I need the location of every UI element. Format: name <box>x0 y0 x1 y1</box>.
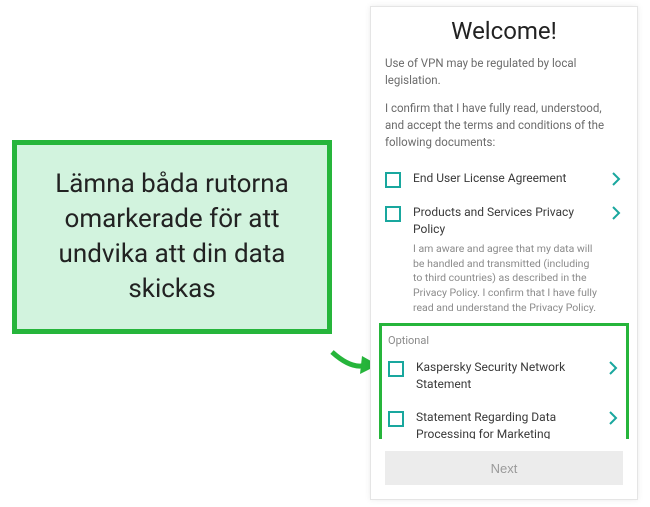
callout-text: Lämna båda rutorna omarkerade för att un… <box>35 167 309 307</box>
intro-text-1: Use of VPN may be regulated by local leg… <box>385 55 623 88</box>
agreement-label: End User License Agreement <box>413 170 597 187</box>
intro-text-2: I confirm that I have fully read, unders… <box>385 100 623 150</box>
agreement-label: Statement Regarding Data Processing for … <box>416 409 594 439</box>
chevron-right-icon[interactable] <box>606 359 620 375</box>
agreement-row-privacy[interactable]: Products and Services Privacy Policy I a… <box>385 196 623 323</box>
instruction-callout: Lämna båda rutorna omarkerade för att un… <box>12 140 332 334</box>
chevron-right-icon[interactable] <box>609 204 623 220</box>
checkbox-icon[interactable] <box>388 411 404 427</box>
next-button-label: Next <box>491 461 518 476</box>
welcome-screen: Welcome! Use of VPN may be regulated by … <box>370 6 638 500</box>
checkbox-icon[interactable] <box>385 172 401 188</box>
optional-section-highlight: Optional Kaspersky Security Network Stat… <box>379 323 629 439</box>
chevron-right-icon[interactable] <box>609 170 623 186</box>
page-title: Welcome! <box>371 17 637 45</box>
checkbox-icon[interactable] <box>385 206 401 222</box>
chevron-right-icon[interactable] <box>606 409 620 425</box>
optional-header: Optional <box>388 328 620 351</box>
agreement-row-ksn[interactable]: Kaspersky Security Network Statement <box>388 351 620 401</box>
checkbox-icon[interactable] <box>388 361 404 377</box>
agreement-label: Products and Services Privacy Policy <box>413 204 597 238</box>
agreement-row-marketing[interactable]: Statement Regarding Data Processing for … <box>388 401 620 439</box>
agreement-subtext: I am aware and agree that my data will b… <box>413 242 597 315</box>
agreement-label: Kaspersky Security Network Statement <box>416 359 594 393</box>
next-button[interactable]: Next <box>385 451 623 485</box>
agreement-row-eula[interactable]: End User License Agreement <box>385 162 623 196</box>
